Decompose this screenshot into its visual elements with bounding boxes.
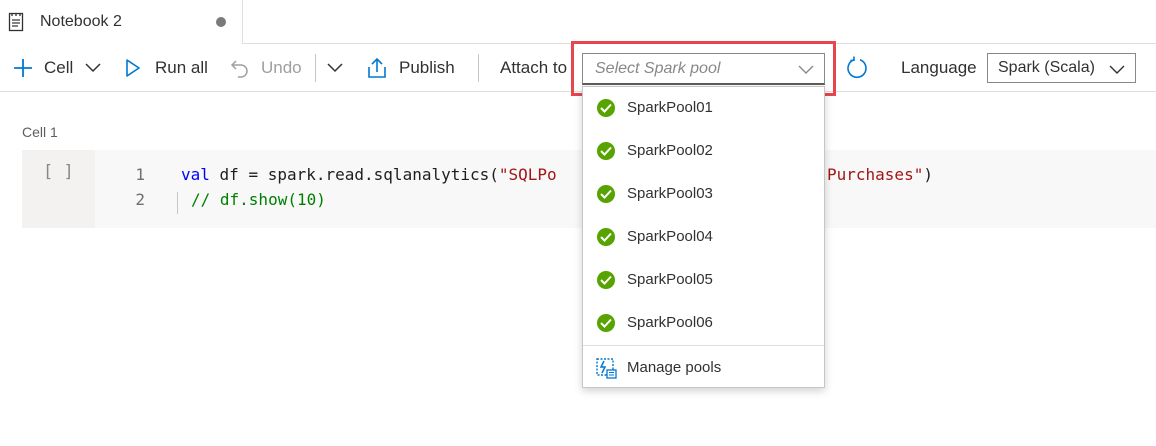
run-all-label: Run all <box>155 58 208 77</box>
spark-pool-option-label: SparkPool01 <box>627 99 713 116</box>
attach-to-label: Attach to <box>500 58 568 77</box>
undo-button[interactable]: Undo <box>230 44 302 92</box>
spark-pool-option[interactable]: SparkPool05 <box>583 259 824 302</box>
manage-pools-icon <box>595 357 617 384</box>
check-circle-icon <box>597 228 615 246</box>
tab-strip: Notebook 2 <box>0 0 1156 44</box>
check-circle-icon <box>597 271 615 289</box>
toolbar-divider <box>478 54 479 82</box>
code-keyword: val <box>181 165 210 184</box>
undo-icon <box>230 58 250 78</box>
play-icon <box>125 59 141 77</box>
cell-label: Cell 1 <box>22 124 58 140</box>
code-text: ) <box>923 165 933 184</box>
line-number: 1 <box>135 165 145 184</box>
add-cell-label: Cell <box>44 58 74 77</box>
publish-button[interactable]: Publish <box>366 44 455 92</box>
check-circle-icon <box>597 314 615 332</box>
code-line-2[interactable]: // df.show(10) <box>191 190 326 209</box>
undo-label: Undo <box>261 58 302 77</box>
plus-icon <box>12 57 34 79</box>
toolbar-divider <box>315 54 316 82</box>
spark-pool-option[interactable]: SparkPool06 <box>583 302 824 345</box>
add-cell-button[interactable]: Cell <box>12 44 101 92</box>
code-text: df = spark.read.sqlanalytics( <box>209 165 499 184</box>
unsaved-indicator[interactable] <box>216 17 226 27</box>
manage-pools-option[interactable]: Manage pools <box>583 347 824 387</box>
publish-icon <box>366 57 388 79</box>
code-line-1-tail[interactable]: Purchases") <box>827 165 933 184</box>
notebook-icon <box>8 12 24 32</box>
spark-pool-dropdown: SparkPool01 SparkPool02 SparkPool03 Spar… <box>582 86 825 388</box>
spark-pool-option-label: SparkPool03 <box>627 185 713 202</box>
run-all-button[interactable]: Run all <box>125 44 208 92</box>
line-number: 2 <box>135 190 145 209</box>
spark-pool-option-label: SparkPool02 <box>627 142 713 159</box>
check-circle-icon <box>597 142 615 160</box>
language-value: Spark (Scala) <box>998 59 1095 76</box>
language-select[interactable]: Spark (Scala) <box>987 53 1136 83</box>
chevron-down-icon <box>85 63 101 73</box>
refresh-icon <box>845 56 869 80</box>
code-string: "SQLPo <box>498 165 557 184</box>
spark-pool-option[interactable]: SparkPool01 <box>583 87 824 130</box>
dropdown-divider <box>583 345 824 346</box>
spark-pool-option-label: SparkPool05 <box>627 271 713 288</box>
spark-pool-option[interactable]: SparkPool02 <box>583 130 824 173</box>
spark-pool-option-label: SparkPool04 <box>627 228 713 245</box>
tab-title: Notebook 2 <box>40 13 122 30</box>
manage-pools-label: Manage pools <box>627 359 722 376</box>
spark-pool-option-label: SparkPool06 <box>627 314 713 331</box>
check-circle-icon <box>597 185 615 203</box>
chevron-down-icon <box>1109 62 1125 80</box>
spark-pool-option[interactable]: SparkPool04 <box>583 216 824 259</box>
code-string: Purchases" <box>827 165 924 184</box>
publish-label: Publish <box>399 58 455 77</box>
spark-pool-option[interactable]: SparkPool03 <box>583 173 824 216</box>
chevron-down-icon <box>327 63 343 73</box>
tab-notebook-2[interactable]: Notebook 2 <box>0 0 243 44</box>
more-options-dropdown[interactable] <box>327 44 343 92</box>
indent-guide <box>177 192 178 214</box>
check-circle-icon <box>597 99 615 117</box>
cell-run-indicator[interactable]: [ ] <box>43 162 74 182</box>
language-label: Language <box>901 58 977 77</box>
refresh-button[interactable] <box>845 44 869 92</box>
code-line-1[interactable]: val df = spark.read.sqlanalytics("SQLPo <box>181 165 557 184</box>
